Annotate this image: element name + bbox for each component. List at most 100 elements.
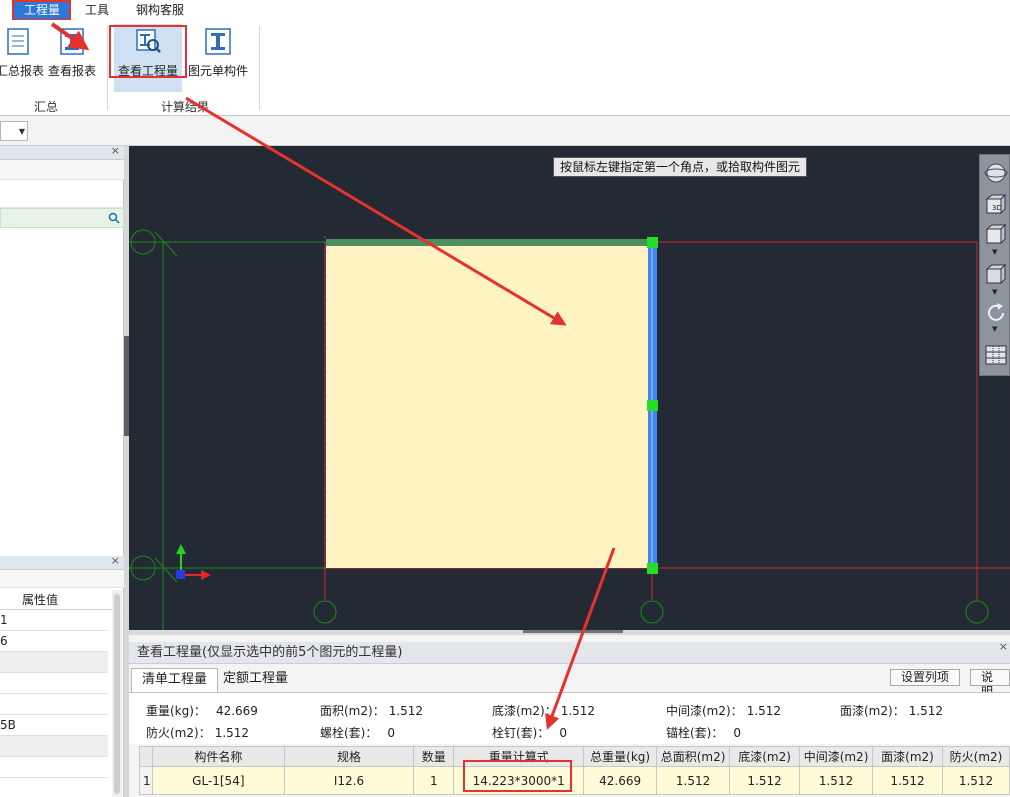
chevron-down-icon[interactable]: ▼ — [992, 248, 997, 256]
drawing-canvas[interactable]: 按鼠标左键指定第一个角点，或拾取构件图元 3D ▼ ▼ ▼ — [129, 146, 1010, 630]
cell-total-weight[interactable]: 42.669 — [583, 766, 658, 795]
summary-primer: 底漆(m2)： 1.512 — [492, 704, 596, 718]
ucs-x-arrow — [201, 570, 211, 580]
chevron-down-icon[interactable]: ▼ — [992, 325, 997, 333]
grid-bubble — [313, 600, 337, 624]
quantity-panel-title: 查看工程量(仅显示选中的前5个图元的工程量) × — [129, 640, 1010, 664]
ribbon: 汇总报表 查看报表 查看工程量 图元单构件 汇总 计算结果 — [0, 20, 1010, 116]
column-header[interactable]: 防火(m2) — [941, 746, 1010, 767]
column-header[interactable]: 总面积(m2) — [656, 746, 731, 767]
column-header[interactable]: 总重量(kg) — [583, 746, 658, 767]
cell-total-area[interactable]: 1.512 — [656, 766, 731, 795]
orbit-icon[interactable] — [984, 161, 1008, 185]
quantity-panel-title-text: 查看工程量(仅显示选中的前5个图元的工程量) — [137, 645, 403, 660]
grip-handle[interactable] — [647, 400, 658, 411]
cell-topcoat[interactable]: 1.512 — [872, 766, 943, 795]
menu-bar: 工程量 工具 钢构客服 — [0, 0, 1010, 20]
panel-row — [0, 160, 124, 180]
summary-studs: 栓钉(套)： 0 — [492, 726, 568, 740]
property-row[interactable]: 5B — [0, 715, 108, 736]
group-separator — [107, 26, 108, 110]
panel-header: × — [0, 144, 124, 160]
property-row[interactable]: 1 — [0, 610, 108, 631]
quantity-panel: 查看工程量(仅显示选中的前5个图元的工程量) × 清单工程量 定额工程量 设置列… — [129, 635, 1010, 797]
column-header[interactable]: 面漆(m2) — [872, 746, 943, 767]
view-report-icon — [60, 28, 84, 55]
cell-count[interactable]: 1 — [413, 766, 455, 795]
menu-support[interactable]: 钢构客服 — [128, 0, 192, 20]
floor-select[interactable]: ▼ — [0, 121, 28, 141]
grip-handle[interactable] — [647, 563, 658, 574]
drawing-view[interactable] — [129, 146, 1010, 630]
cell-spec[interactable]: I12.6 — [283, 766, 415, 795]
summary-topcoat: 面漆(m2)： 1.512 — [840, 704, 944, 718]
view-3d-label: 3D — [992, 204, 1002, 212]
column-header[interactable]: 数量 — [413, 746, 455, 767]
row-number: 1 — [139, 766, 153, 795]
group-separator — [259, 26, 260, 110]
view-quantity-icon — [136, 29, 161, 53]
report-summary-icon — [7, 28, 29, 55]
quantity-table: 构件名称 规格 数量 重量计算式 总重量(kg) 总面积(m2) 底漆(m2) … — [139, 746, 1010, 795]
box-icon[interactable] — [984, 263, 1008, 287]
cell-fireproof[interactable]: 1.512 — [941, 766, 1010, 795]
set-columns-button[interactable]: 设置列项 — [890, 669, 961, 686]
help-button[interactable]: 说明 — [970, 669, 1010, 699]
tab-quota-quantity[interactable]: 定额工程量 — [213, 668, 298, 692]
menu-quantity[interactable]: 工程量 — [14, 0, 70, 20]
column-header[interactable]: 规格 — [283, 746, 415, 767]
close-icon[interactable]: × — [111, 144, 120, 157]
element-single-member-button[interactable]: 图元单构件 — [188, 24, 248, 82]
property-scrollbar[interactable] — [112, 590, 122, 797]
view-toolbar: 3D ▼ ▼ ▼ — [979, 154, 1010, 376]
view-3d-icon[interactable]: 3D — [984, 193, 1008, 217]
chevron-down-icon: ▼ — [18, 127, 25, 136]
column-header[interactable]: 底漆(m2) — [729, 746, 801, 767]
view-report-label: 查看报表 — [47, 64, 96, 78]
grip-handle[interactable] — [647, 237, 658, 248]
property-row[interactable] — [0, 757, 108, 778]
summary-report-label: 汇总报表 — [0, 64, 45, 78]
cell-primer[interactable]: 1.512 — [729, 766, 801, 795]
property-row[interactable] — [0, 736, 108, 757]
rotate-icon[interactable] — [984, 301, 1008, 325]
cell-member-name[interactable]: GL-1[54] — [151, 766, 285, 795]
column-header[interactable]: 中间漆(m2) — [799, 746, 874, 767]
summary-area: 面积(m2)： 1.512 — [320, 704, 424, 718]
cell-intermediate-paint[interactable]: 1.512 — [799, 766, 874, 795]
grid-bubble — [640, 600, 664, 624]
grid-bubble — [965, 600, 989, 624]
grid-line — [154, 231, 178, 257]
grid-settings-icon[interactable] — [984, 343, 1008, 367]
cell-weight-formula[interactable]: 14.223*3000*1 — [453, 766, 585, 795]
grid-line — [154, 557, 178, 583]
view-quantity-button[interactable]: 查看工程量 — [114, 24, 182, 92]
search-input[interactable] — [0, 208, 124, 228]
menu-tools[interactable]: 工具 — [80, 0, 114, 20]
property-row[interactable] — [0, 652, 108, 673]
summary-anchor-bolts: 锚栓(套)： 0 — [666, 726, 742, 740]
view-cube-icon[interactable] — [984, 223, 1008, 247]
command-tooltip: 按鼠标左键指定第一个角点，或拾取构件图元 — [553, 157, 808, 177]
property-row[interactable] — [0, 673, 108, 694]
close-icon[interactable]: × — [111, 554, 120, 567]
summary-report-button[interactable]: 汇总报表 — [0, 24, 45, 82]
column-header[interactable]: 构件名称 — [151, 746, 285, 767]
left-panel: × × 属性值 1 6 5B — [0, 144, 124, 797]
table-row[interactable]: 1 GL-1[54] I12.6 1 14.223*3000*1 42.669 … — [139, 766, 1010, 795]
scrollbar-thumb[interactable] — [114, 594, 120, 794]
property-row[interactable] — [0, 694, 108, 715]
summary-weight: 重量(kg)： 42.669 — [146, 704, 258, 718]
tab-bill-quantity[interactable]: 清单工程量 — [131, 668, 219, 692]
property-panel-header: × — [0, 554, 124, 570]
steel-member-fill[interactable] — [326, 243, 648, 568]
close-icon[interactable]: × — [999, 636, 1008, 658]
chevron-down-icon[interactable]: ▼ — [992, 288, 997, 296]
column-header[interactable]: 重量计算式 — [453, 746, 585, 767]
view-report-button[interactable]: 查看报表 — [46, 24, 98, 82]
group-label-results: 计算结果 — [160, 100, 209, 114]
splitter-grip[interactable] — [523, 630, 623, 633]
property-row[interactable]: 6 — [0, 631, 108, 652]
group-label-summary: 汇总 — [33, 100, 58, 114]
summary-intermediate-paint: 中间漆(m2)： 1.512 — [666, 704, 782, 718]
